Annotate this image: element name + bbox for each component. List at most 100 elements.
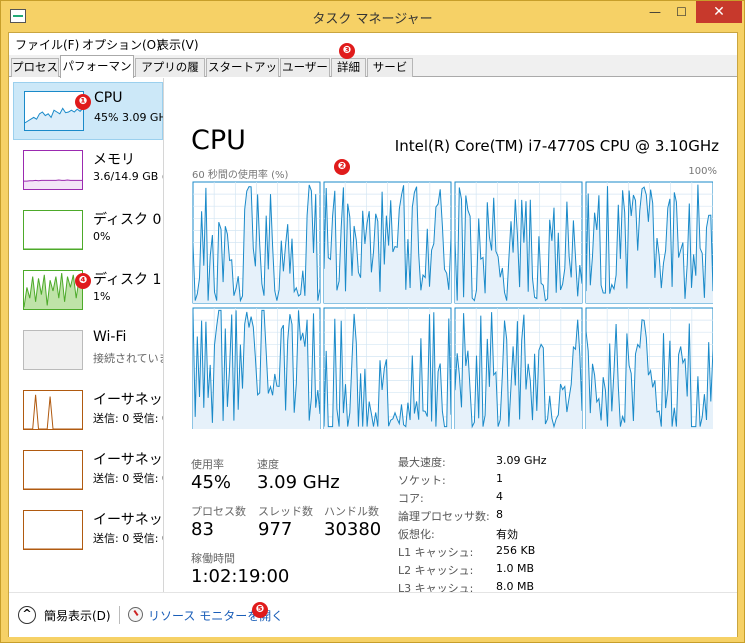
sidebar-item[interactable]: Wi-Fi 接続されていません <box>13 322 163 380</box>
usage-value: 45% <box>191 472 232 493</box>
property-key: コア: <box>398 492 424 505</box>
sidebar-thumbnail-graph <box>23 270 83 310</box>
property-value: 1.0 MB <box>496 562 535 575</box>
menu-file[interactable]: ファイル(F) <box>15 36 79 53</box>
sidebar-item-name: イーサネット <box>93 512 163 528</box>
minimize-button[interactable]: — <box>642 1 668 23</box>
property-key: 仮想化: <box>398 528 435 541</box>
sidebar-item-name: ディスク 1 (D:) <box>93 272 163 288</box>
footer-divider <box>119 606 120 624</box>
annotation-badge-4: ❹ <box>75 273 91 289</box>
sidebar-item-value: 3.6/14.9 GB (24%) <box>93 170 163 183</box>
sidebar-item[interactable]: イーサネット送信: 0 受信: 0 Kbps <box>13 382 163 440</box>
process-label: プロセス数 <box>191 505 246 518</box>
process-value: 83 <box>191 519 214 540</box>
property-key: L1 キャッシュ: <box>398 546 474 559</box>
speed-label: 速度 <box>257 458 279 471</box>
sidebar-item[interactable]: ディスク 1 (D:) 1% <box>13 262 163 320</box>
handle-label: ハンドル数 <box>324 505 379 518</box>
sidebar-item-name: メモリ <box>93 152 135 168</box>
annotation-badge-5: ❺ <box>252 602 268 618</box>
sidebar-item[interactable]: メモリ 3.6/14.9 GB (24%) <box>13 142 163 200</box>
sidebar-item-name: イーサネット <box>93 452 163 468</box>
resource-sidebar: CPU 45% 3.09 GHz メモリ 3.6/14.9 GB (24%) ディスク … <box>9 78 164 592</box>
core-graph <box>454 307 583 429</box>
sidebar-item[interactable]: イーサネット送信: 0 受信: 0 Kbps <box>13 442 163 500</box>
sidebar-item[interactable]: CPU 45% 3.09 GHz <box>13 82 163 140</box>
page-title: CPU <box>191 125 246 156</box>
sidebar-thumbnail-graph <box>23 510 83 550</box>
speed-value: 3.09 GHz <box>257 472 340 493</box>
core-graph <box>585 181 713 304</box>
sidebar-item-name: CPU <box>94 90 123 106</box>
window-title: タスク マネージャー <box>312 12 433 27</box>
tab-services[interactable]: サービス <box>367 58 413 91</box>
sidebar-thumbnail-graph <box>23 390 83 430</box>
sidebar-item-value: 1% <box>93 290 111 303</box>
resource-monitor-icon[interactable] <box>128 607 143 622</box>
menu-options[interactable]: オプション(O) <box>82 36 161 53</box>
core-graph <box>585 307 713 429</box>
tab-details[interactable]: 詳細 <box>331 58 366 77</box>
title-bar[interactable]: タスク マネージャー — ☐ ✕ <box>1 1 744 32</box>
handle-value: 30380 <box>324 519 382 540</box>
tab-bar: プロセス パフォーマンス アプリの履歴 スタートアップ ユーザー 詳細 サービス <box>9 55 737 94</box>
property-value: 4 <box>496 490 503 503</box>
uptime-label: 稼働時間 <box>191 552 235 565</box>
sidebar-thumbnail-graph <box>23 450 83 490</box>
usage-label: 使用率 <box>191 458 224 471</box>
sidebar-item-value: 接続されていません <box>93 352 163 365</box>
footer-bar: ^ 簡易表示(D) リソース モニターを開く <box>9 592 737 637</box>
sidebar-item[interactable]: ディスク 0 (C:) 0% <box>13 202 163 260</box>
uptime-value: 1:02:19:00 <box>191 566 290 587</box>
property-key: ソケット: <box>398 474 446 487</box>
logical-processor-graphs <box>192 181 713 429</box>
sidebar-thumbnail-graph <box>23 150 83 190</box>
core-graph <box>323 307 452 429</box>
chevron-up-icon[interactable]: ^ <box>18 606 36 624</box>
thumbnail-area <box>24 180 82 189</box>
property-key: L2 キャッシュ: <box>398 564 474 577</box>
tab-app-history[interactable]: アプリの履歴 <box>135 58 205 91</box>
sidebar-item[interactable]: イーサネット送信: 0 受信: 0 Kbps <box>13 502 163 560</box>
performance-panel: CPU 45% 3.09 GHz メモリ 3.6/14.9 GB (24%) ディスク … <box>9 78 737 596</box>
cpu-detail: CPU Intel(R) Core(TM) i7-4770S CPU @ 3.1… <box>191 78 731 596</box>
annotation-badge-2: ❷ <box>334 159 350 175</box>
sidebar-item-name: Wi-Fi <box>93 329 127 345</box>
thumbnail-line <box>24 394 82 430</box>
sidebar-item-value: 送信: 0 受信: 0 Kbps <box>93 412 163 425</box>
sidebar-item-value: 送信: 0 受信: 0 Kbps <box>93 532 163 545</box>
sidebar-item-value: 送信: 0 受信: 0 Kbps <box>93 472 163 485</box>
annotation-badge-1: ❶ <box>75 94 91 110</box>
property-value: 1 <box>496 472 503 485</box>
client-area: ファイル(F) オプション(O) 表示(V) プロセス パフォーマンス アプリの… <box>8 32 738 637</box>
property-value: 有効 <box>496 528 518 541</box>
close-button[interactable]: ✕ <box>696 1 742 23</box>
property-value: 3.09 GHz <box>496 454 547 467</box>
core-graph <box>323 181 452 304</box>
maximize-button[interactable]: ☐ <box>668 1 695 23</box>
cpu-model: Intel(R) Core(TM) i7-4770S CPU @ 3.10GHz <box>394 137 719 155</box>
graph-caption: 60 秒間の使用率 (%) <box>192 170 289 181</box>
sidebar-thumbnail-graph <box>24 91 84 131</box>
tab-startup[interactable]: スタートアップ <box>206 58 279 91</box>
sidebar-thumbnail-graph <box>23 330 83 370</box>
thread-label: スレッド数 <box>258 505 313 518</box>
sidebar-item-name: ディスク 0 (C:) <box>93 212 163 228</box>
core-graph <box>192 181 321 304</box>
menu-view[interactable]: 表示(V) <box>157 36 199 53</box>
tab-performance[interactable]: パフォーマンス <box>60 55 134 94</box>
tab-processes[interactable]: プロセス <box>11 58 59 77</box>
property-value: 256 KB <box>496 544 536 557</box>
graph-max-label: 100% <box>688 166 717 177</box>
property-value: 8 <box>496 508 503 521</box>
thread-value: 977 <box>258 519 293 540</box>
menu-bar: ファイル(F) オプション(O) 表示(V) <box>9 33 737 55</box>
sidebar-item-value: 0% <box>93 230 111 243</box>
fewer-details-link[interactable]: 簡易表示(D) <box>44 607 111 624</box>
core-graph <box>192 307 321 429</box>
annotation-badge-3: ❸ <box>339 43 355 59</box>
task-manager-window: タスク マネージャー — ☐ ✕ ファイル(F) オプション(O) 表示(V) … <box>0 0 745 643</box>
tab-users[interactable]: ユーザー <box>280 58 330 77</box>
sidebar-thumbnail-graph <box>23 210 83 250</box>
